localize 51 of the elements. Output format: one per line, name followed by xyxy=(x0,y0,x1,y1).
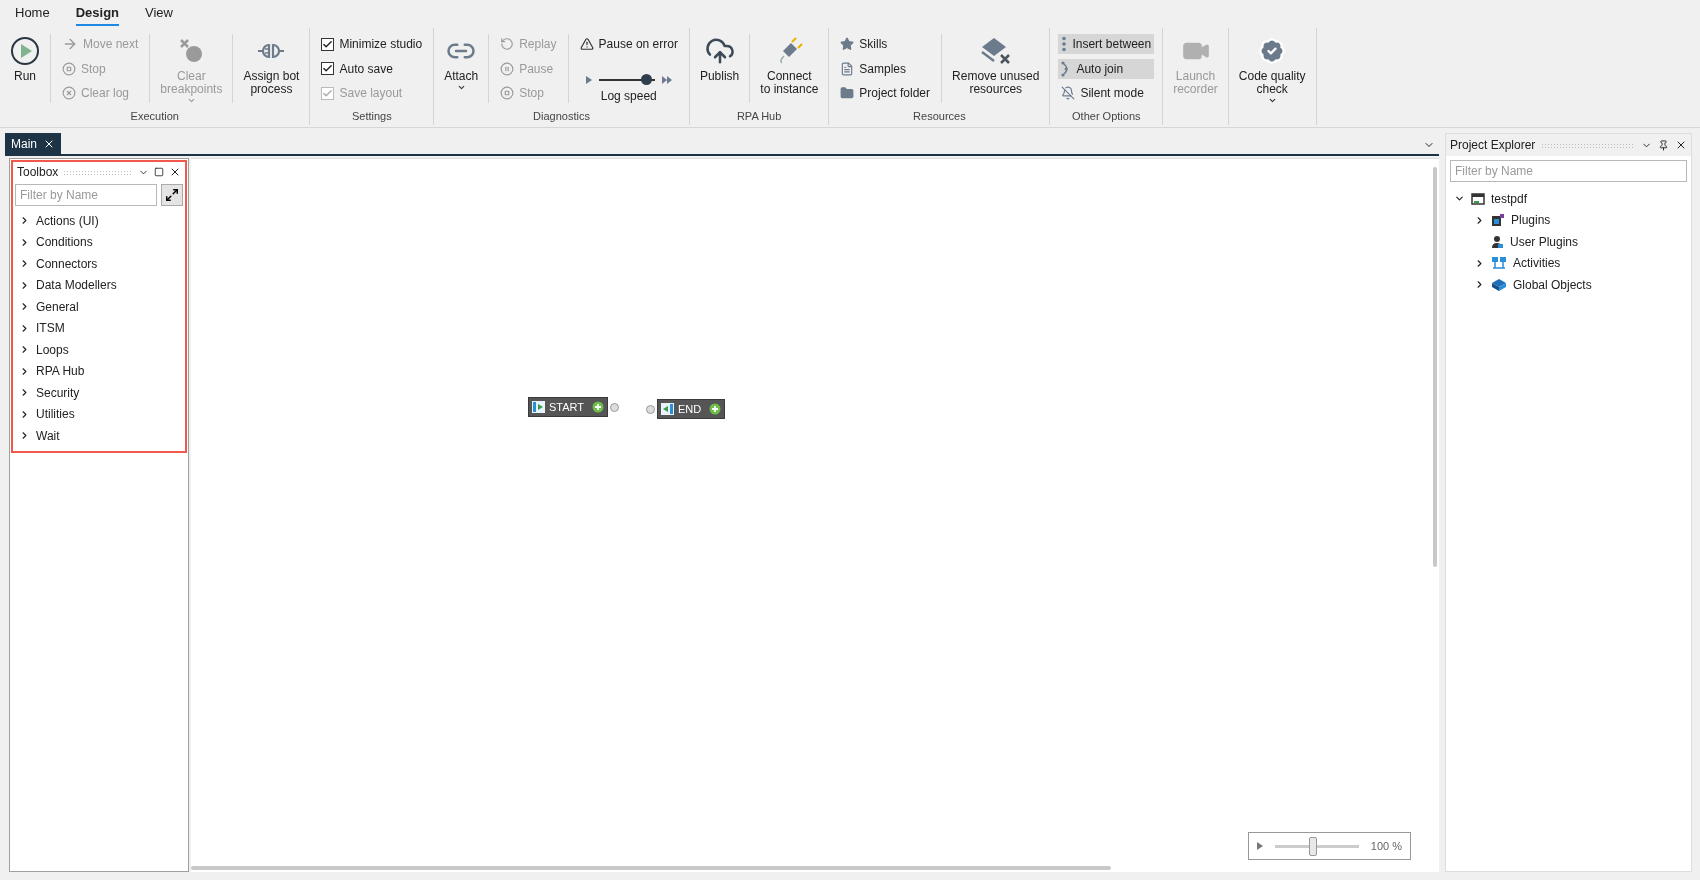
workflow-node[interactable]: START xyxy=(528,397,609,417)
ribbon-button[interactable]: Assign bot process xyxy=(237,30,306,109)
ribbon-button[interactable]: Skills xyxy=(837,34,934,54)
tree-item[interactable]: User Plugins xyxy=(1450,231,1687,253)
toggle-button[interactable]: Silent mode xyxy=(1058,83,1155,103)
panel-title: Project Explorer xyxy=(1450,138,1536,152)
ribbon-button[interactable]: Samples xyxy=(837,58,934,79)
toolbox-category[interactable]: RPA Hub xyxy=(15,360,183,382)
group-label: RPA Hub xyxy=(735,109,783,123)
ribbon-tab[interactable]: View xyxy=(145,5,173,26)
ribbon-button[interactable]: Run xyxy=(4,30,46,109)
filter-field[interactable]: Filter by Name xyxy=(15,184,157,206)
checkbox-label: Minimize studio xyxy=(339,37,423,51)
ribbon-button[interactable]: Attach xyxy=(438,30,485,109)
slider-label: Log speed xyxy=(600,89,657,103)
ribbon-button[interactable]: Pause on error xyxy=(576,34,681,54)
ribbon-button[interactable]: Project folder xyxy=(837,83,934,103)
group-label: Diagnostics xyxy=(532,109,591,123)
toggle-button[interactable]: Insert between xyxy=(1058,34,1155,54)
ribbon-button[interactable]: Connect to instance xyxy=(754,30,825,109)
ribbon-tab[interactable]: Home xyxy=(15,5,50,26)
ribbon-button[interactable]: Code quality check xyxy=(1232,30,1312,109)
ribbon-button[interactable]: Remove unused resources xyxy=(946,30,1046,109)
filter-field[interactable]: Filter by Name xyxy=(1450,160,1687,182)
tree-item[interactable]: Global Objects xyxy=(1450,274,1687,296)
toolbox-category[interactable]: Security xyxy=(15,382,183,404)
zoom-reading: 100 % xyxy=(1370,840,1402,852)
group-label: Settings xyxy=(350,109,393,123)
toolbox-category[interactable]: Data Modellers xyxy=(15,274,183,296)
toolbox-category[interactable]: Actions (UI) xyxy=(15,210,183,232)
group-label: Execution xyxy=(129,109,180,123)
checkbox-label: Auto save xyxy=(339,61,393,76)
toolbox-category[interactable]: General xyxy=(15,296,183,318)
tree-item[interactable]: testpdf xyxy=(1450,188,1687,210)
tree-item[interactable]: Plugins xyxy=(1450,209,1687,231)
toolbox-category[interactable]: Conditions xyxy=(15,231,183,253)
tree-item[interactable]: Activities xyxy=(1450,252,1687,274)
ribbon-button[interactable]: Publish xyxy=(693,30,746,109)
toolbox-category[interactable]: Loops xyxy=(15,339,183,361)
toolbox-category[interactable]: ITSM xyxy=(15,317,183,339)
toolbox-category[interactable]: Wait xyxy=(15,425,183,447)
document-tab[interactable]: Main xyxy=(5,133,61,154)
toggle-button[interactable]: Auto join xyxy=(1058,58,1155,79)
toolbox-category[interactable]: Connectors xyxy=(15,253,183,275)
group-label: Resources xyxy=(912,109,967,123)
panel-title: Toolbox xyxy=(17,165,59,179)
workflow-node[interactable]: END xyxy=(657,399,726,419)
toolbox-category[interactable]: Utilities xyxy=(15,403,183,425)
checkbox-label: Save layout xyxy=(339,86,403,100)
ribbon-tab[interactable]: Design xyxy=(75,5,120,26)
group-label: Other Options xyxy=(1071,109,1142,123)
